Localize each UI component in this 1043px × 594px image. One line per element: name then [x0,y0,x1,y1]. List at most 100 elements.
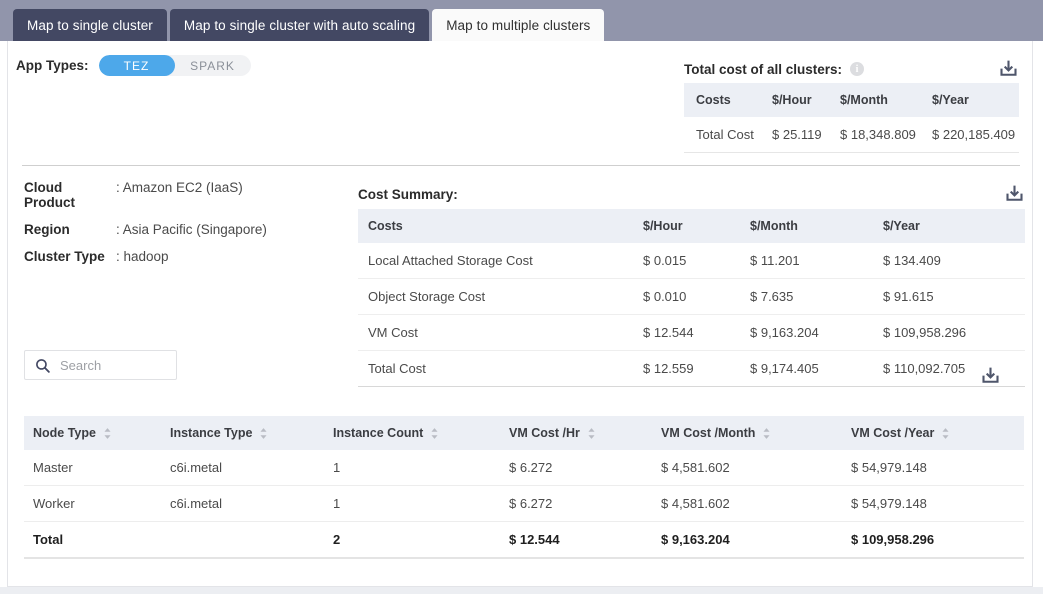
cell-per-month: $ 7.635 [750,278,883,315]
table-header-row: Node Type Instance Type Instance Count V… [24,416,1024,450]
cell-node-type: Master [24,450,170,486]
table-row: Local Attached Storage Cost $ 0.015 $ 11… [358,243,1025,279]
node-table: Node Type Instance Type Instance Count V… [24,416,1024,559]
cell-vm-cost-month: $ 4,581.602 [661,485,851,522]
cell-per-year: $ 220,185.409 [932,117,1019,153]
app-type-option-tez[interactable]: TEZ [98,55,175,76]
cell-cost-label: VM Cost [358,314,643,351]
meta-value: : Amazon EC2 (IaaS) [116,180,243,195]
column-header-instance-type[interactable]: Instance Type [170,416,333,450]
total-cost-table: Costs $/Hour $/Month $/Year Total Cost $… [684,83,1019,153]
tab-list: Map to single cluster Map to single clus… [13,9,605,41]
meta-row-cluster-type: Cluster Type : hadoop [24,249,267,264]
table-row: Master c6i.metal 1 $ 6.272 $ 4,581.602 $… [24,450,1024,486]
total-cost-table-body: Total Cost $ 25.119 $ 18,348.809 $ 220,1… [684,117,1019,153]
download-icon[interactable] [1004,184,1025,205]
cost-summary-table: Costs $/Hour $/Month $/Year Local Attach… [358,209,1025,387]
column-header-vm-cost-hr[interactable]: VM Cost /Hr [509,416,661,450]
cell-instance-type [170,521,333,559]
cell-per-hour: $ 25.119 [772,117,840,153]
meta-key: Region [24,222,70,237]
total-cost-table-head: Costs $/Hour $/Month $/Year [684,83,1019,117]
cell-instance-type: c6i.metal [170,485,333,522]
search-box[interactable] [24,350,177,380]
tab-label: Map to single cluster [27,17,153,33]
sort-icon[interactable] [103,427,112,440]
cell-per-year: $ 91.615 [883,278,1025,315]
tab-map-to-multiple-clusters[interactable]: Map to multiple clusters [432,9,605,41]
meta-key: Cloud Product [24,180,76,210]
node-table-body: Master c6i.metal 1 $ 6.272 $ 4,581.602 $… [24,450,1024,559]
cell-per-month: $ 18,348.809 [840,117,932,153]
tab-map-to-single-cluster[interactable]: Map to single cluster [13,9,167,41]
app-type-label: SPARK [190,58,235,73]
sort-icon[interactable] [430,427,439,440]
meta-key: Cluster Type [24,249,105,264]
column-header-instance-count[interactable]: Instance Count [333,416,509,450]
cluster-meta-list: Cloud Product : Amazon EC2 (IaaS) Region… [24,180,267,276]
cell-instance-count: 2 [333,521,509,559]
sort-icon[interactable] [941,427,950,440]
tab-bar: Map to single cluster Map to single clus… [0,0,1043,41]
cell-node-type: Worker [24,485,170,522]
download-icon[interactable] [998,59,1019,80]
column-header-costs: Costs [358,209,643,243]
app-root: Map to single cluster Map to single clus… [0,0,1043,594]
column-header-per-month: $/Month [840,83,932,117]
cell-per-month: $ 9,174.405 [750,350,883,387]
cost-summary-header: Cost Summary: [358,183,1025,205]
column-header-per-hour: $/Hour [643,209,750,243]
column-header-costs: Costs [684,83,772,117]
tab-map-to-single-cluster-with-auto-scaling[interactable]: Map to single cluster with auto scaling [169,9,430,41]
tab-label: Map to multiple clusters [446,17,591,33]
total-cost-header: Total cost of all clusters: i [684,58,1019,80]
search-input[interactable] [58,356,168,374]
table-row: Total Cost $ 12.559 $ 9,174.405 $ 110,09… [358,350,1025,387]
cell-cost-label: Total Cost [684,117,772,153]
node-table-wrapper: Node Type Instance Type Instance Count V… [24,416,1024,559]
cell-per-hour: $ 0.010 [643,278,750,315]
sort-icon[interactable] [259,427,268,440]
column-label: Instance Type [170,426,253,440]
column-header-vm-cost-month[interactable]: VM Cost /Month [661,416,851,450]
column-label: Node Type [33,426,96,440]
sort-icon[interactable] [587,427,596,440]
table-row: Total Cost $ 25.119 $ 18,348.809 $ 220,1… [684,117,1019,153]
bottom-strip [0,587,1043,594]
cell-vm-cost-hr: $ 6.272 [509,450,661,486]
column-label: VM Cost /Hr [509,426,580,440]
tab-label: Map to single cluster with auto scaling [183,17,416,33]
column-label: VM Cost /Month [661,426,756,440]
table-row: Worker c6i.metal 1 $ 6.272 $ 4,581.602 $… [24,485,1024,522]
column-header-per-hour: $/Hour [772,83,840,117]
total-cost-title: Total cost of all clusters: [684,61,843,77]
sort-icon[interactable] [762,427,771,440]
cell-cost-label: Total Cost [358,350,643,387]
meta-value: : Asia Pacific (Singapore) [116,222,267,237]
cell-instance-count: 1 [333,450,509,486]
cell-per-month: $ 11.201 [750,243,883,279]
cell-per-year: $ 134.409 [883,243,1025,279]
table-header-row: Costs $/Hour $/Month $/Year [358,209,1025,243]
info-icon[interactable]: i [850,62,865,76]
table-row: Object Storage Cost $ 0.010 $ 7.635 $ 91… [358,278,1025,315]
meta-value: : hadoop [116,249,169,264]
download-icon[interactable] [980,366,1001,387]
app-type-option-spark[interactable]: SPARK [175,55,251,76]
app-types-row: App Types: TEZ SPARK [16,55,251,76]
cost-summary-block: Cost Summary: Costs $/Hour $/Month $/Yea… [358,183,1025,387]
cell-per-month: $ 9,163.204 [750,314,883,351]
section-divider [22,165,1020,166]
cell-vm-cost-year: $ 54,979.148 [851,450,1024,486]
app-types-toggle-group[interactable]: TEZ SPARK [98,55,251,76]
cell-per-year: $ 110,092.705 [883,350,1025,387]
column-header-vm-cost-year[interactable]: VM Cost /Year [851,416,1024,450]
cell-instance-type: c6i.metal [170,450,333,486]
column-header-node-type[interactable]: Node Type [24,416,170,450]
search-icon [34,357,51,374]
node-table-head: Node Type Instance Type Instance Count V… [24,416,1024,450]
total-cost-block: Total cost of all clusters: i Costs $/Ho… [684,58,1019,153]
table-header-row: Costs $/Hour $/Month $/Year [684,83,1019,117]
table-total-row: Total 2 $ 12.544 $ 9,163.204 $ 109,958.2… [24,521,1024,559]
cell-per-hour: $ 12.544 [643,314,750,351]
